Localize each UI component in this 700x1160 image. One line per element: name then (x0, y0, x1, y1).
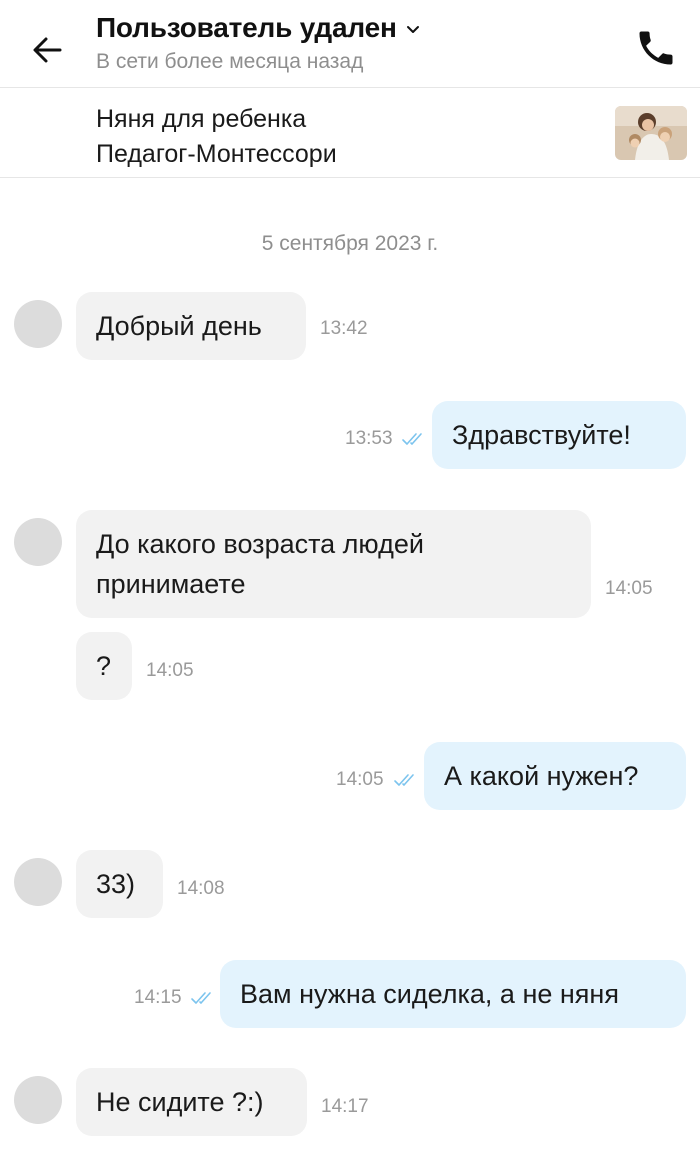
message-bubble-incoming[interactable]: Добрый день (76, 292, 306, 360)
message-time: 14:08 (177, 878, 225, 899)
message-bubble-outgoing[interactable]: А какой нужен? (424, 742, 686, 810)
phone-icon (639, 31, 673, 65)
call-button[interactable] (634, 26, 678, 70)
date-separator: 5 сентября 2023 г. (261, 232, 439, 255)
listing-card[interactable]: Няня для ребенка Педагог-Монтессори (0, 88, 700, 178)
avatar (14, 518, 62, 566)
contact-info: Пользователь удален В сети более месяца … (96, 12, 421, 74)
message-text: Добрый день (96, 311, 262, 341)
message-time: 14:05 (605, 578, 653, 599)
message-text: До какого возраста людей принимаете (96, 529, 424, 599)
double-check-icon (191, 992, 211, 1004)
message-bubble-incoming[interactable]: 33) (76, 850, 163, 918)
message-time: 13:53 (345, 428, 393, 449)
message-text: А какой нужен? (444, 761, 639, 791)
message-time: 14:05 (146, 660, 194, 681)
listing-title-line1: Няня для ребенка (96, 105, 307, 133)
message-bubble-incoming[interactable]: До какого возраста людей принимаете (76, 510, 591, 618)
contact-name-dropdown[interactable]: Пользователь удален (96, 12, 421, 44)
message-bubble-outgoing[interactable]: Здравствуйте! (432, 401, 686, 469)
message-text: ? (96, 651, 112, 681)
message-text: 33) (96, 869, 136, 899)
arrow-left-icon (33, 37, 62, 63)
avatar (14, 858, 62, 906)
message-time: 14:15 (134, 987, 182, 1008)
listing-thumbnail (615, 106, 687, 160)
double-check-icon (402, 433, 422, 445)
listing-title: Няня для ребенка Педагог-Монтессори (96, 102, 337, 172)
message-time: 14:17 (321, 1096, 369, 1117)
contact-status: В сети более месяца назад (96, 50, 364, 73)
message-bubble-incoming[interactable]: ? (76, 632, 132, 700)
avatar (14, 1076, 62, 1124)
message-bubble-outgoing[interactable]: Вам нужна сиделка, а не няня (220, 960, 686, 1028)
message-text: Не сидите ?:) (96, 1087, 264, 1117)
avatar (14, 300, 62, 348)
chat-header: Пользователь удален В сети более месяца … (0, 0, 700, 88)
listing-title-line2: Педагог-Монтессори (96, 140, 337, 168)
double-check-icon (394, 774, 414, 786)
message-bubble-incoming[interactable]: Не сидите ?:) (76, 1068, 307, 1136)
message-text: Здравствуйте! (452, 420, 631, 450)
message-time: 14:05 (336, 769, 384, 790)
back-button[interactable] (26, 28, 70, 72)
chevron-down-icon (406, 26, 419, 33)
contact-name: Пользователь удален (96, 12, 397, 43)
message-time: 13:42 (320, 318, 368, 339)
message-text: Вам нужна сиделка, а не няня (240, 979, 619, 1009)
